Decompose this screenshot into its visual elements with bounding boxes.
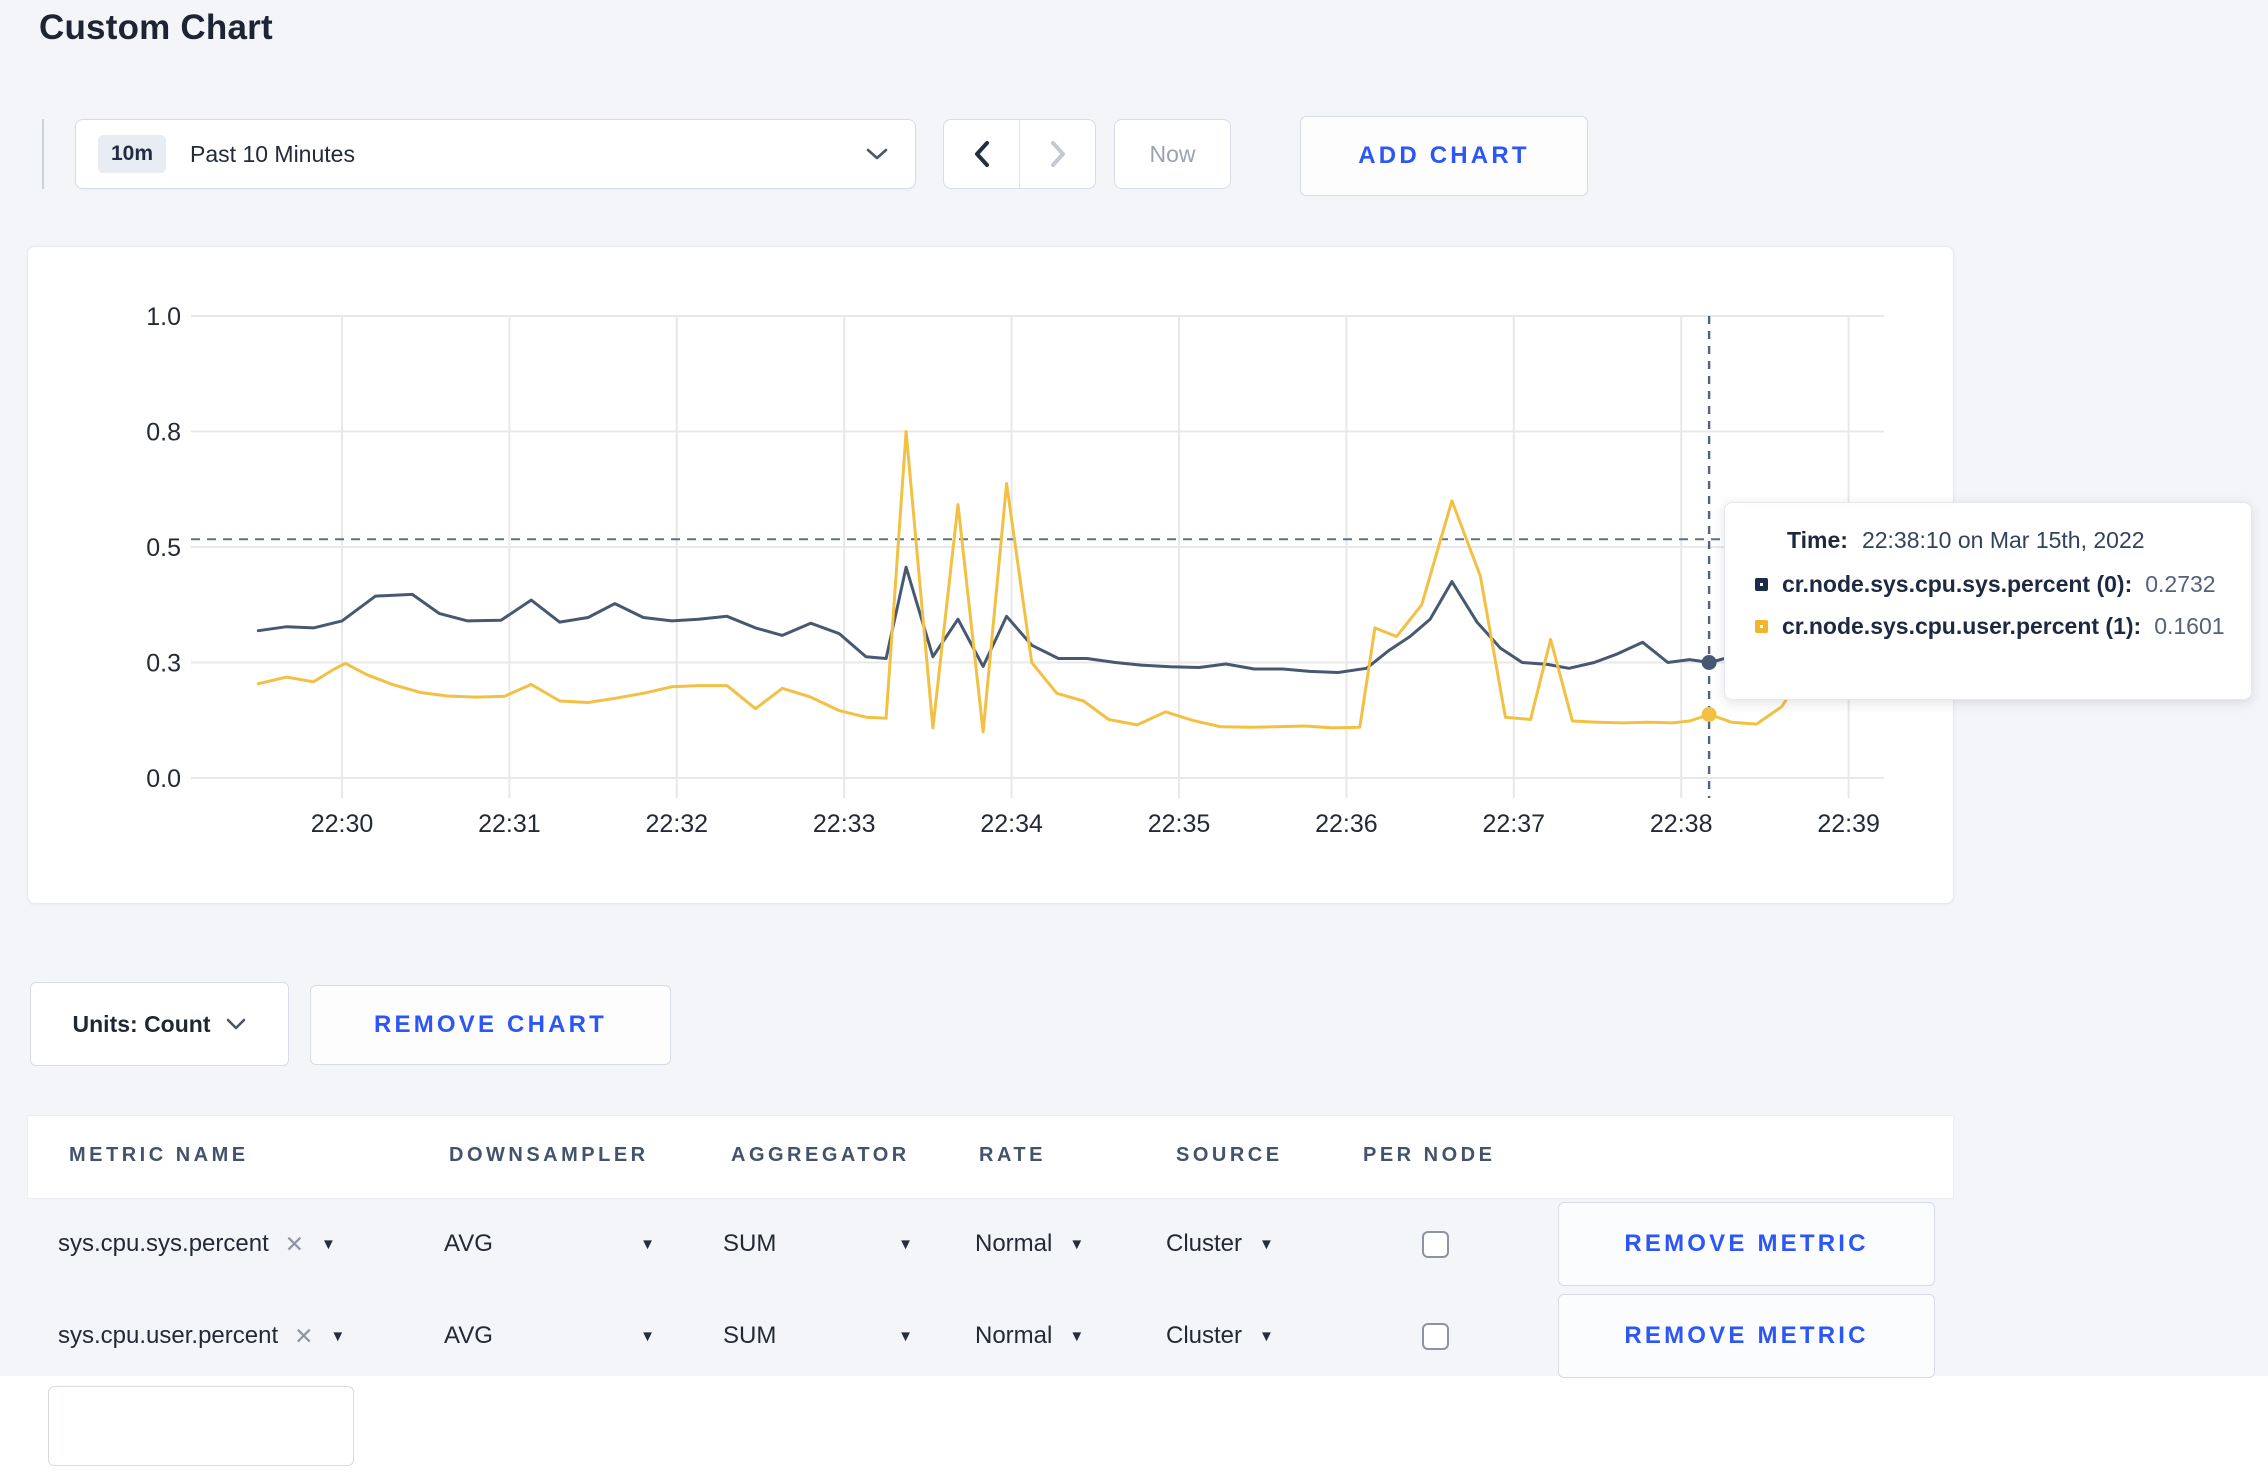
caret-down-icon: ▼ xyxy=(1069,1327,1085,1345)
header-rate: RATE xyxy=(979,1144,1046,1166)
downsampler-value: AVG xyxy=(444,1322,493,1349)
remove-metric-x-icon[interactable]: ✕ xyxy=(294,1323,313,1350)
add-chart-button[interactable]: ADD CHART xyxy=(1300,116,1588,196)
custom-chart-card: 0.0 0.3 0.5 0.8 1.0 22:30 22:31 22:32 22:33 22:34… xyxy=(27,246,1954,904)
svg-text:0.5: 0.5 xyxy=(146,534,181,562)
header-per-node: PER NODE xyxy=(1363,1144,1496,1166)
caret-down-icon: ▼ xyxy=(330,1327,346,1345)
chevron-down-icon xyxy=(866,148,888,160)
svg-text:0.8: 0.8 xyxy=(146,419,181,447)
svg-text:22:33: 22:33 xyxy=(813,810,876,838)
aggregator-select[interactable]: SUM ▼ xyxy=(723,1200,913,1288)
add-metric-button[interactable] xyxy=(48,1386,354,1466)
chevron-right-icon xyxy=(1050,141,1065,167)
rate-value: Normal xyxy=(975,1230,1053,1257)
svg-text:22:34: 22:34 xyxy=(980,810,1043,838)
per-node-cell xyxy=(1422,1292,1449,1380)
aggregator-select[interactable]: SUM ▼ xyxy=(723,1292,913,1380)
tooltip-series-row: cr.node.sys.cpu.sys.percent (0): 0.2732 xyxy=(1755,571,2225,598)
time-window-label: Past 10 Minutes xyxy=(190,140,355,167)
source-value: Cluster xyxy=(1166,1322,1243,1349)
source-select[interactable]: Cluster ▼ xyxy=(1166,1200,1274,1288)
rate-select[interactable]: Normal ▼ xyxy=(975,1292,1084,1380)
caret-down-icon: ▼ xyxy=(1259,1235,1274,1253)
svg-text:22:32: 22:32 xyxy=(646,810,709,838)
downsampler-value: AVG xyxy=(444,1230,493,1257)
source-select[interactable]: Cluster ▼ xyxy=(1166,1292,1274,1380)
svg-text:22:39: 22:39 xyxy=(1817,810,1880,838)
toolbar-divider xyxy=(42,119,44,189)
svg-text:0.3: 0.3 xyxy=(146,650,181,678)
metric-name-value: sys.cpu.sys.percent xyxy=(58,1230,269,1257)
series-1-swatch-icon xyxy=(1755,620,1768,633)
time-window-dropdown[interactable]: 10m Past 10 Minutes xyxy=(75,119,916,189)
tooltip-series-1-name: cr.node.sys.cpu.user.percent (1): xyxy=(1782,613,2142,639)
caret-down-icon: ▼ xyxy=(898,1235,913,1253)
metric-name-value: sys.cpu.user.percent xyxy=(58,1322,279,1349)
remove-metric-button[interactable]: REMOVE METRIC xyxy=(1558,1202,1935,1286)
svg-text:0.0: 0.0 xyxy=(146,765,181,793)
metrics-table-header: METRIC NAME DOWNSAMPLER AGGREGATOR RATE … xyxy=(27,1115,1954,1199)
metric-row: sys.cpu.user.percent ✕ ▼ AVG ▼ SUM ▼ Nor… xyxy=(27,1292,1954,1380)
rate-select[interactable]: Normal ▼ xyxy=(975,1200,1084,1288)
metric-row: sys.cpu.sys.percent ✕ ▼ AVG ▼ SUM ▼ Norm… xyxy=(27,1200,1954,1288)
remove-chart-button[interactable]: REMOVE CHART xyxy=(310,985,671,1065)
chevron-left-icon xyxy=(974,141,989,167)
downsampler-select[interactable]: AVG ▼ xyxy=(444,1200,655,1288)
per-node-cell xyxy=(1422,1200,1449,1288)
step-forward-button[interactable] xyxy=(1019,120,1095,188)
aggregator-value: SUM xyxy=(723,1322,777,1349)
chart-hover-tooltip: Time: 22:38:10 on Mar 15th, 2022 cr.node.… xyxy=(1724,502,2252,700)
time-window-badge: 10m xyxy=(98,135,167,173)
units-dropdown[interactable]: Units: Count xyxy=(30,982,289,1066)
remove-metric-button[interactable]: REMOVE METRIC xyxy=(1558,1294,1935,1378)
caret-down-icon: ▼ xyxy=(640,1235,655,1253)
time-step-controls xyxy=(943,119,1096,189)
caret-down-icon: ▼ xyxy=(1259,1327,1274,1345)
caret-down-icon: ▼ xyxy=(1069,1235,1085,1253)
cpu-percent-line-chart[interactable]: 0.0 0.3 0.5 0.8 1.0 22:30 22:31 22:32 22:33 22:34… xyxy=(28,247,1953,903)
tooltip-time: Time: 22:38:10 on Mar 15th, 2022 xyxy=(1787,527,2225,554)
svg-text:22:38: 22:38 xyxy=(1650,810,1713,838)
series-0-swatch-icon xyxy=(1755,578,1768,591)
metric-name-select[interactable]: sys.cpu.sys.percent ✕ ▼ xyxy=(58,1200,336,1288)
step-back-button[interactable] xyxy=(944,120,1019,188)
tooltip-series-row: cr.node.sys.cpu.user.percent (1): 0.1601 xyxy=(1755,613,2225,640)
header-source: SOURCE xyxy=(1176,1144,1283,1166)
svg-text:22:31: 22:31 xyxy=(478,810,541,838)
svg-text:22:37: 22:37 xyxy=(1483,810,1546,838)
per-node-checkbox[interactable] xyxy=(1422,1230,1449,1258)
caret-down-icon: ▼ xyxy=(321,1235,336,1253)
aggregator-value: SUM xyxy=(723,1230,777,1257)
rate-value: Normal xyxy=(975,1322,1053,1349)
tooltip-series-0-name: cr.node.sys.cpu.sys.percent (0): xyxy=(1782,571,2133,597)
svg-text:1.0: 1.0 xyxy=(146,303,181,331)
header-downsampler: DOWNSAMPLER xyxy=(449,1144,649,1166)
svg-text:22:36: 22:36 xyxy=(1315,810,1378,838)
remove-metric-x-icon[interactable]: ✕ xyxy=(285,1231,304,1258)
caret-down-icon: ▼ xyxy=(898,1327,913,1345)
page-title: Custom Chart xyxy=(39,8,273,47)
downsampler-select[interactable]: AVG ▼ xyxy=(444,1292,655,1380)
tooltip-series-0-value: 0.2732 xyxy=(2145,571,2216,597)
units-label: Units: Count xyxy=(72,1010,211,1037)
per-node-checkbox[interactable] xyxy=(1422,1322,1449,1350)
chevron-down-icon xyxy=(227,1018,246,1030)
header-metric-name: METRIC NAME xyxy=(69,1144,249,1166)
caret-down-icon: ▼ xyxy=(640,1327,655,1345)
metric-name-select[interactable]: sys.cpu.user.percent ✕ ▼ xyxy=(58,1292,345,1380)
tooltip-time-value: 22:38:10 on Mar 15th, 2022 xyxy=(1861,527,2145,553)
now-button[interactable]: Now xyxy=(1114,119,1231,189)
svg-text:22:30: 22:30 xyxy=(311,810,374,838)
tooltip-series-1-value: 0.1601 xyxy=(2154,613,2225,639)
source-value: Cluster xyxy=(1166,1230,1243,1257)
header-aggregator: AGGREGATOR xyxy=(731,1144,910,1166)
tooltip-time-label: Time: xyxy=(1787,527,1848,553)
svg-text:22:35: 22:35 xyxy=(1148,810,1211,838)
